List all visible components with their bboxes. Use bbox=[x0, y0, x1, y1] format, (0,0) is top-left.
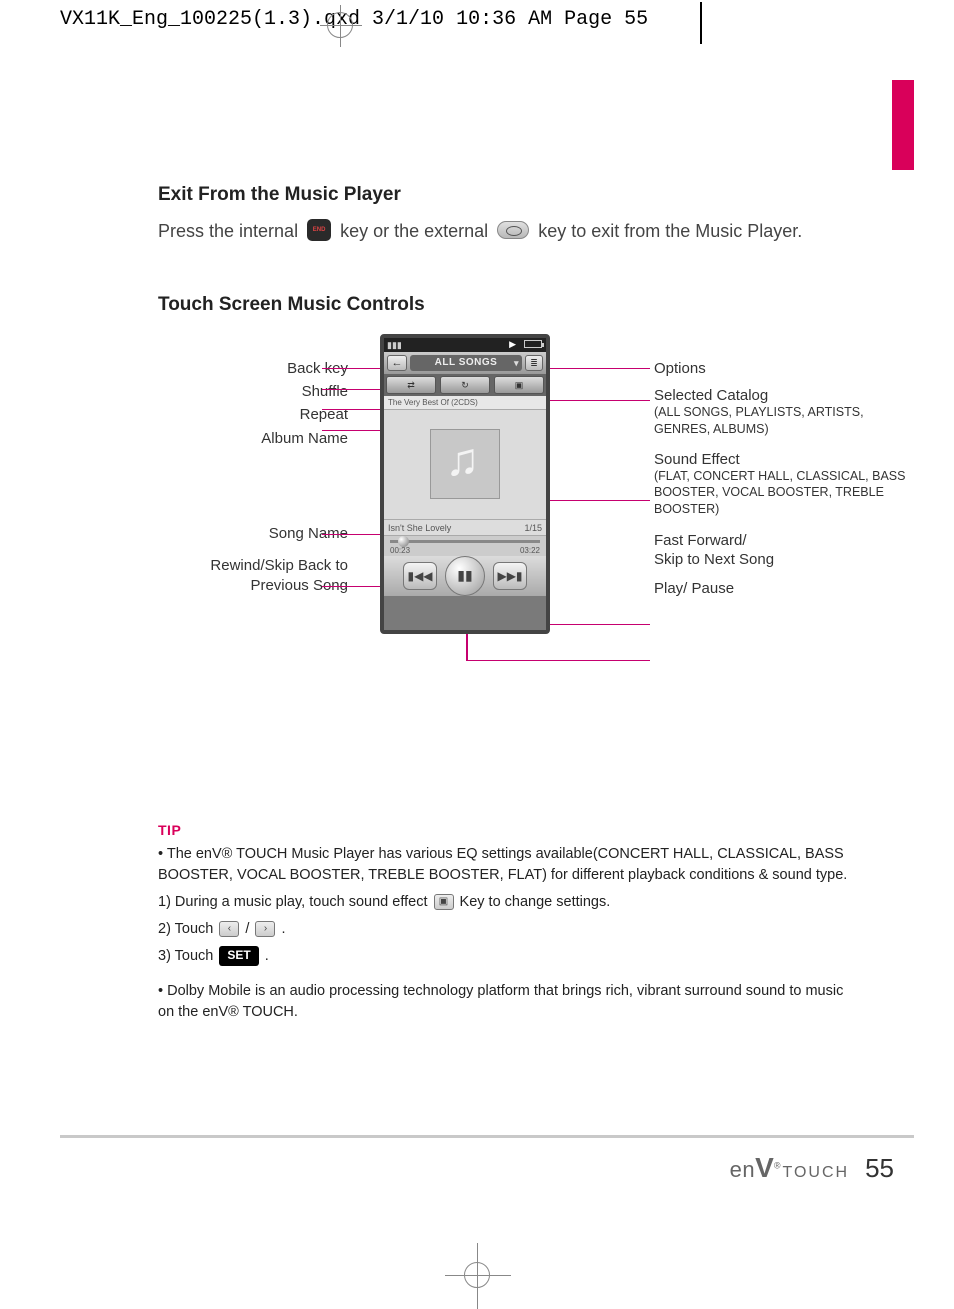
shuffle-button[interactable]: ⇄ bbox=[386, 376, 436, 394]
text: Rewind/Skip Back to bbox=[210, 557, 348, 574]
leader bbox=[466, 660, 650, 662]
catalog-title[interactable]: ALL SONGS bbox=[410, 355, 522, 371]
battery-icon bbox=[524, 340, 542, 348]
options-button[interactable]: ≣ bbox=[525, 355, 543, 371]
signal-icon: ▮▮▮ bbox=[387, 340, 402, 351]
leader bbox=[322, 534, 388, 536]
callout-repeat: Repeat bbox=[158, 406, 348, 423]
album-art bbox=[384, 410, 546, 520]
progress-row[interactable]: 00:23 03:22 bbox=[384, 536, 546, 556]
play-indicator-icon: ▶ bbox=[509, 339, 516, 350]
back-button[interactable]: ← bbox=[387, 355, 407, 371]
callout-ffwd: Fast Forward/ Skip to Next Song bbox=[654, 531, 914, 570]
tip-label: TIP bbox=[158, 822, 858, 838]
progress-track bbox=[390, 540, 540, 543]
sound-effect-key-icon: ▣ bbox=[434, 894, 454, 910]
text: en bbox=[730, 1157, 755, 1182]
text: 2) Touch bbox=[158, 921, 217, 937]
tip-section: TIP • The enV® TOUCH Music Player has va… bbox=[158, 822, 858, 1023]
section-color-tab bbox=[892, 80, 914, 170]
leader bbox=[538, 368, 650, 370]
left-key-icon: ‹ bbox=[219, 921, 239, 937]
brand-logo: enV®TOUCH bbox=[730, 1152, 849, 1184]
text: Key to change settings. bbox=[460, 894, 611, 910]
text: V bbox=[755, 1152, 774, 1183]
text: Press the internal bbox=[158, 221, 303, 241]
page-footer: enV®TOUCH 55 bbox=[730, 1152, 894, 1184]
controls-diagram: Back key Shuffle Repeat Album Name Song … bbox=[158, 334, 858, 734]
text: TOUCH bbox=[782, 1164, 849, 1181]
text: 3) Touch bbox=[158, 948, 217, 964]
callout-catalog: Selected Catalog (ALL SONGS, PLAYLISTS, … bbox=[654, 387, 914, 437]
time-elapsed: 00:23 bbox=[390, 546, 410, 555]
tip-bullet-eq: • The enV® TOUCH Music Player has variou… bbox=[158, 844, 858, 886]
text: key to exit from the Music Player. bbox=[538, 221, 802, 241]
section-title-controls: Touch Screen Music Controls bbox=[158, 294, 858, 316]
previous-button[interactable]: ▮◀◀ bbox=[403, 562, 437, 590]
tip-step-3: 3) Touch SET . bbox=[158, 946, 858, 967]
text: / bbox=[245, 921, 253, 937]
registration-mark-bottom bbox=[464, 1262, 490, 1288]
right-key-icon: › bbox=[255, 921, 275, 937]
crop-edge-mark bbox=[700, 2, 702, 44]
callout-back: Back key bbox=[158, 360, 348, 377]
text: (ALL SONGS, PLAYLISTS, ARTISTS, GENRES, … bbox=[654, 404, 914, 437]
effects-bar: ⇄ ↻ ▣ bbox=[384, 374, 546, 396]
song-name: Isn't She Lovely bbox=[388, 520, 451, 535]
end-key-icon: END bbox=[307, 219, 331, 241]
crop-header: VX11K_Eng_100225(1.3).qxd 3/1/10 10:36 A… bbox=[60, 8, 648, 31]
repeat-button[interactable]: ↻ bbox=[440, 376, 490, 394]
section-title-exit: Exit From the Music Player bbox=[158, 184, 858, 206]
text: . bbox=[265, 948, 269, 964]
callout-shuffle: Shuffle bbox=[158, 383, 348, 400]
exit-instructions: Press the internal END key or the extern… bbox=[158, 218, 858, 246]
track-index: 1/15 bbox=[524, 520, 542, 535]
external-key-icon bbox=[497, 221, 529, 239]
text: . bbox=[282, 921, 286, 937]
callout-song: Song Name bbox=[158, 525, 348, 542]
play-pause-button[interactable]: ▮▮ bbox=[445, 556, 485, 596]
text: key or the external bbox=[340, 221, 493, 241]
right-callouts: Options Selected Catalog (ALL SONGS, PLA… bbox=[654, 360, 914, 603]
set-key-icon: SET bbox=[219, 946, 258, 965]
page-number: 55 bbox=[865, 1153, 894, 1184]
music-note-icon bbox=[430, 429, 500, 499]
text: ® bbox=[774, 1161, 781, 1171]
next-button[interactable]: ▶▶▮ bbox=[493, 562, 527, 590]
phone-mockup: ▮▮▮ ▶ ← ALL SONGS ≣ ⇄ ↻ ▣ The Very Best … bbox=[380, 334, 550, 634]
text: Sound Effect bbox=[654, 451, 740, 468]
sound-effect-button[interactable]: ▣ bbox=[494, 376, 544, 394]
registration-mark-top bbox=[327, 12, 353, 38]
text: (FLAT, CONCERT HALL, CLASSICAL, BASS BOO… bbox=[654, 468, 914, 517]
song-info-row: Isn't She Lovely 1/15 bbox=[384, 520, 546, 536]
album-name: The Very Best Of (2CDS) bbox=[384, 396, 546, 410]
time-total: 03:22 bbox=[520, 546, 540, 555]
callout-sound: Sound Effect (FLAT, CONCERT HALL, CLASSI… bbox=[654, 451, 914, 517]
title-bar: ← ALL SONGS ≣ bbox=[384, 352, 546, 374]
tip-bullet-dolby: • Dolby Mobile is an audio processing te… bbox=[158, 981, 858, 1023]
text: Fast Forward/ bbox=[654, 532, 747, 549]
status-bar: ▮▮▮ ▶ bbox=[384, 338, 546, 352]
footer-rule bbox=[60, 1135, 914, 1138]
callout-play: Play/ Pause bbox=[654, 580, 914, 597]
left-callouts: Back key Shuffle Repeat Album Name Song … bbox=[158, 360, 348, 601]
leader bbox=[322, 430, 388, 432]
text: Skip to Next Song bbox=[654, 551, 774, 568]
transport-controls: ▮◀◀ ▮▮ ▶▶▮ bbox=[384, 556, 546, 596]
text: 1) During a music play, touch sound effe… bbox=[158, 894, 432, 910]
callout-rewind: Rewind/Skip Back to Previous Song bbox=[158, 556, 348, 595]
tip-step-1: 1) During a music play, touch sound effe… bbox=[158, 892, 858, 913]
callout-options: Options bbox=[654, 360, 914, 377]
tip-step-2: 2) Touch ‹ / › . bbox=[158, 919, 858, 940]
page-content: Exit From the Music Player Press the int… bbox=[158, 184, 858, 1029]
text: Selected Catalog bbox=[654, 387, 768, 404]
callout-album: Album Name bbox=[158, 430, 348, 447]
